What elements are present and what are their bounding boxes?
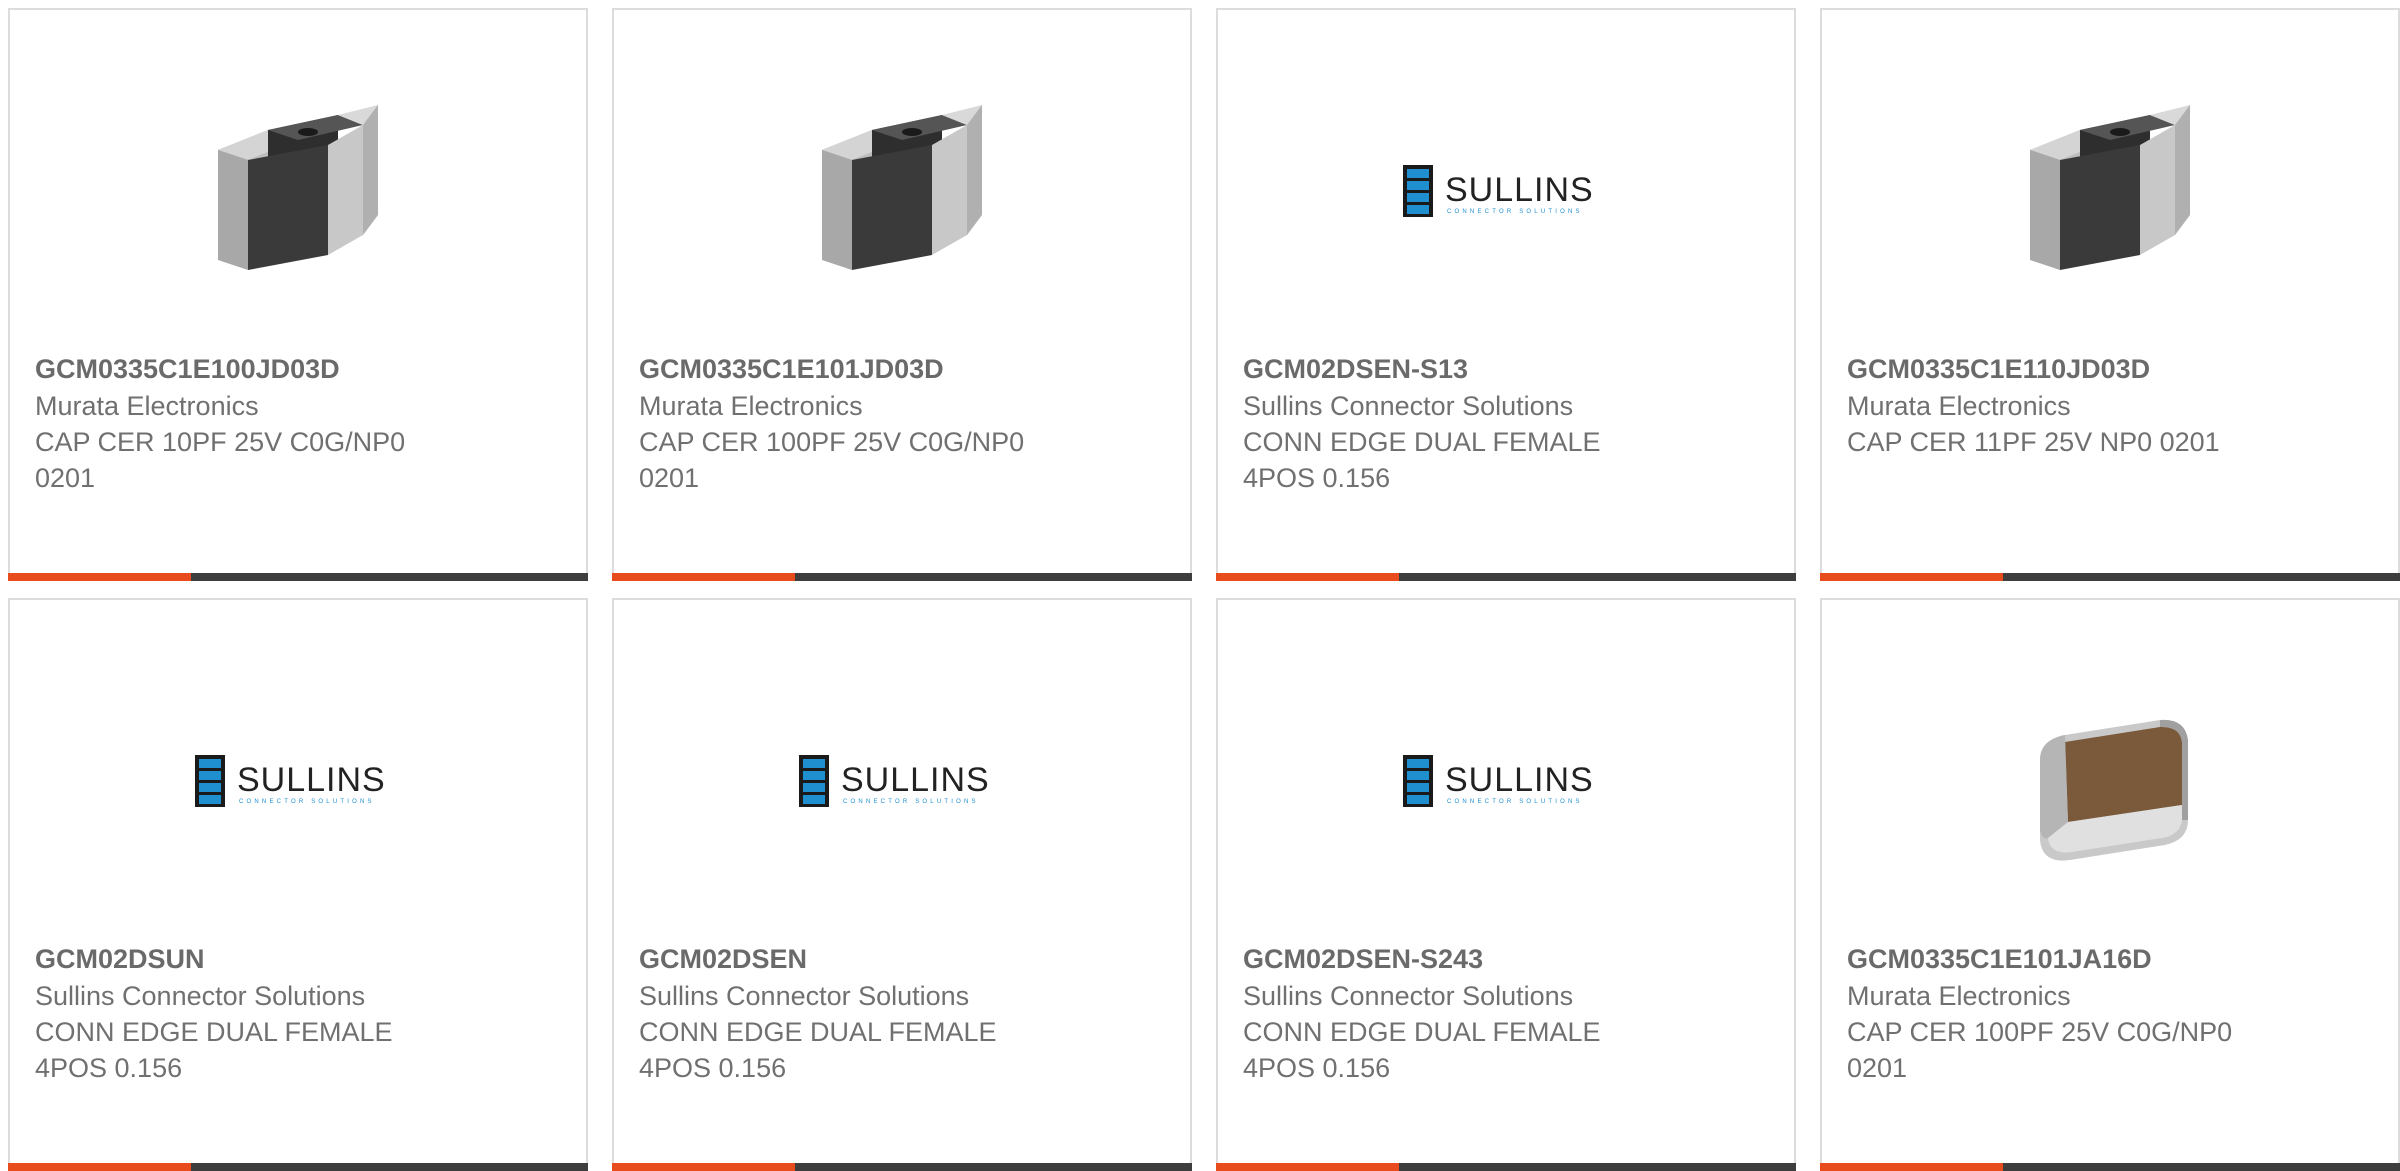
svg-text:CONNECTOR SOLUTIONS: CONNECTOR SOLUTIONS <box>1447 209 1583 215</box>
manufacturer: Sullins Connector Solutions <box>639 981 970 1011</box>
part-number[interactable]: GCM02DSEN-S13 <box>1243 350 1743 388</box>
description-line: CAP CER 100PF 25V C0G/NP0 <box>1847 1017 2233 1047</box>
description-line: 4POS 0.156 <box>1243 1053 1391 1083</box>
manufacturer: Murata Electronics <box>1847 391 2071 421</box>
product-card[interactable]: GCM0335C1E100JD03D Murata Electronics CA… <box>8 8 588 581</box>
part-number[interactable]: GCM0335C1E110JD03D <box>1847 350 2347 388</box>
svg-text:SULLINS: SULLINS <box>1445 171 1594 209</box>
sullins-logo: SULLINS CONNECTOR SOLUTIONS <box>799 755 990 807</box>
sullins-logo: SULLINS CONNECTOR SOLUTIONS <box>1403 165 1594 217</box>
chip-capacitor-image <box>822 105 982 270</box>
description-line: 4POS 0.156 <box>1243 463 1391 493</box>
part-number[interactable]: GCM02DSEN <box>639 940 1139 978</box>
description-line: CAP CER 100PF 25V C0G/NP0 <box>639 427 1025 457</box>
card-footer-bar <box>1216 573 1796 581</box>
sullins-logo: SULLINS CONNECTOR SOLUTIONS <box>1403 755 1594 807</box>
product-image[interactable]: SULLINS CONNECTOR SOLUTIONS <box>1218 650 1794 910</box>
svg-text:CONNECTOR SOLUTIONS: CONNECTOR SOLUTIONS <box>1447 799 1583 805</box>
product-card[interactable]: SULLINS CONNECTOR SOLUTIONS GCM02DSUN Su… <box>8 598 588 1171</box>
product-image[interactable]: SULLINS CONNECTOR SOLUTIONS <box>10 650 586 910</box>
product-grid: GCM0335C1E100JD03D Murata Electronics CA… <box>0 0 2400 1171</box>
description-line: CAP CER 11PF 25V NP0 0201 <box>1847 427 2220 457</box>
product-card[interactable]: GCM0335C1E110JD03D Murata Electronics CA… <box>1820 8 2400 581</box>
manufacturer: Murata Electronics <box>639 391 863 421</box>
product-image[interactable]: SULLINS CONNECTOR SOLUTIONS <box>614 650 1190 910</box>
manufacturer: Murata Electronics <box>1847 981 2071 1011</box>
card-accent-bar <box>1216 1163 1399 1171</box>
description-line: 0201 <box>35 463 96 493</box>
description-line: CONN EDGE DUAL FEMALE <box>1243 427 1601 457</box>
card-accent-bar <box>612 573 795 581</box>
svg-text:CONNECTOR SOLUTIONS: CONNECTOR SOLUTIONS <box>843 799 979 805</box>
card-accent-bar <box>1216 573 1399 581</box>
part-number[interactable]: GCM02DSEN-S243 <box>1243 940 1743 978</box>
description-line: CAP CER 10PF 25V C0G/NP0 <box>35 427 406 457</box>
part-number[interactable]: GCM0335C1E101JD03D <box>639 350 1139 388</box>
part-number[interactable]: GCM02DSUN <box>35 940 535 978</box>
svg-text:CONNECTOR SOLUTIONS: CONNECTOR SOLUTIONS <box>239 799 375 805</box>
part-number[interactable]: GCM0335C1E101JA16D <box>1847 940 2347 978</box>
description-line: 0201 <box>639 463 700 493</box>
card-footer-bar <box>8 1163 588 1171</box>
product-image[interactable] <box>614 60 1190 320</box>
product-image[interactable] <box>1822 650 2398 910</box>
part-number[interactable]: GCM0335C1E100JD03D <box>35 350 535 388</box>
card-footer-bar <box>612 1163 1192 1171</box>
manufacturer: Murata Electronics <box>35 391 259 421</box>
product-card[interactable]: SULLINS CONNECTOR SOLUTIONS GCM02DSEN-S1… <box>1216 8 1796 581</box>
svg-text:SULLINS: SULLINS <box>1445 761 1594 799</box>
card-footer-bar <box>612 573 1192 581</box>
description-line: CONN EDGE DUAL FEMALE <box>639 1017 997 1047</box>
card-accent-bar <box>8 1163 191 1171</box>
product-image[interactable]: SULLINS CONNECTOR SOLUTIONS <box>1218 60 1794 320</box>
product-image[interactable] <box>1822 60 2398 320</box>
product-image[interactable] <box>10 60 586 320</box>
manufacturer: Sullins Connector Solutions <box>35 981 366 1011</box>
brown-capacitor-image <box>2040 719 2188 861</box>
chip-capacitor-image <box>218 105 378 270</box>
product-card[interactable]: GCM0335C1E101JD03D Murata Electronics CA… <box>612 8 1192 581</box>
product-card[interactable]: SULLINS CONNECTOR SOLUTIONS GCM02DSEN-S2… <box>1216 598 1796 1171</box>
card-accent-bar <box>1820 1163 2003 1171</box>
product-card[interactable]: SULLINS CONNECTOR SOLUTIONS GCM02DSEN Su… <box>612 598 1192 1171</box>
description-line: 4POS 0.156 <box>639 1053 787 1083</box>
card-footer-bar <box>1820 573 2400 581</box>
svg-text:SULLINS: SULLINS <box>841 761 990 799</box>
chip-capacitor-image <box>2030 105 2190 270</box>
manufacturer: Sullins Connector Solutions <box>1243 391 1574 421</box>
card-accent-bar <box>1820 573 2003 581</box>
description-line: CONN EDGE DUAL FEMALE <box>1243 1017 1601 1047</box>
card-accent-bar <box>8 573 191 581</box>
card-accent-bar <box>612 1163 795 1171</box>
sullins-logo: SULLINS CONNECTOR SOLUTIONS <box>195 755 386 807</box>
card-footer-bar <box>8 573 588 581</box>
description-line: CONN EDGE DUAL FEMALE <box>35 1017 393 1047</box>
card-footer-bar <box>1820 1163 2400 1171</box>
description-line: 0201 <box>1847 1053 1908 1083</box>
card-footer-bar <box>1216 1163 1796 1171</box>
product-card[interactable]: GCM0335C1E101JA16D Murata Electronics CA… <box>1820 598 2400 1171</box>
description-line: 4POS 0.156 <box>35 1053 183 1083</box>
manufacturer: Sullins Connector Solutions <box>1243 981 1574 1011</box>
svg-text:SULLINS: SULLINS <box>237 761 386 799</box>
